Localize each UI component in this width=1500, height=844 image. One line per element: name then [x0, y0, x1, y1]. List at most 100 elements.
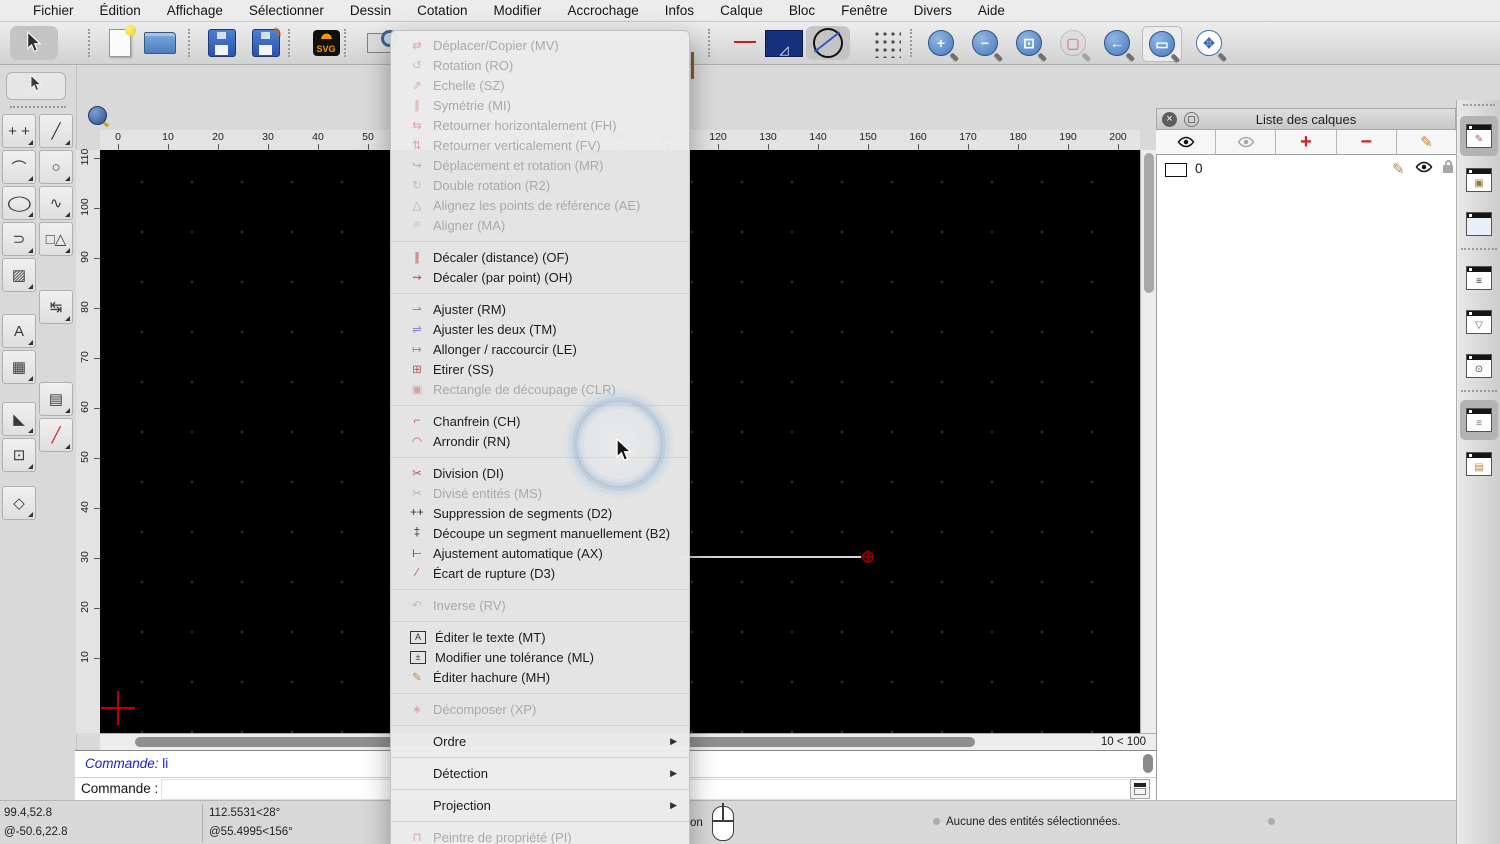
clipboard-panel-button[interactable]: ▤ [1460, 444, 1498, 484]
menubar-item-bloc[interactable]: Bloc [776, 0, 828, 21]
menu-item-decaler-par-point-oh[interactable]: ⇝ Décaler (par point) (OH) [391, 267, 689, 287]
menubar-item-affichage[interactable]: Affichage [154, 0, 236, 21]
menu-item-ajuster-les-deux-tm[interactable]: ⇌ Ajuster les deux (TM) [391, 319, 689, 339]
align-reference-icon: △ [412, 200, 422, 212]
solid-tools-button[interactable]: ◇ [2, 486, 36, 520]
distance-tool-button[interactable]: ◿ [762, 26, 806, 60]
menu-item-ajustement-automatique-ax[interactable]: ⊢ Ajustement automatique (AX) [391, 543, 689, 563]
canvas-vertical-scrollbar[interactable] [1140, 150, 1156, 733]
menu-item-suppression-de-segments-d2[interactable]: ++ Suppression de segments (D2) [391, 503, 689, 523]
menubar-item-modifier[interactable]: Modifier [480, 0, 554, 21]
edit-layer-icon[interactable]: ✎ [1392, 160, 1405, 178]
menubar-item-fenetre[interactable]: Fenêtre [828, 0, 901, 21]
layer-visibility-icon[interactable] [1415, 161, 1433, 173]
menubar-item-accrochage[interactable]: Accrochage [554, 0, 651, 21]
layer-row[interactable]: 0 ✎ [1157, 157, 1457, 181]
hide-all-layers-button[interactable] [1216, 130, 1277, 154]
menu-item-retourner-verticalement-fv: ⇅ Retourner verticalement (FV) [391, 135, 689, 155]
info-ruler-button[interactable]: ▤ [39, 382, 73, 416]
polygon-tools-button[interactable]: □△ [39, 222, 73, 256]
modify-tools-button[interactable]: ╱ [39, 418, 73, 452]
menu-item-decoupe-un-segment-manuellement-b2[interactable]: ‡ Découpe un segment manuellement (B2) [391, 523, 689, 543]
text-tools-button[interactable]: A [2, 314, 36, 348]
lock-icon[interactable] [1443, 160, 1453, 173]
menubar-item-edition[interactable]: Édition [87, 0, 154, 21]
add-layer-button[interactable]: + [1276, 130, 1337, 154]
spline-tools-button[interactable]: ∿ [39, 186, 73, 220]
menubar-item-divers[interactable]: Divers [901, 0, 965, 21]
layer-color-swatch[interactable] [1165, 163, 1187, 177]
remove-layer-button[interactable]: − [1336, 130, 1397, 154]
open-file-button[interactable] [140, 26, 180, 60]
menu-item-detection[interactable]: Détection ▶ [391, 763, 689, 783]
v-ruler-label: 80 [79, 301, 91, 313]
menu-separator [391, 241, 689, 242]
menu-item-label: Allonger / raccourcir (LE) [433, 341, 577, 357]
pencil-tool-button[interactable] [714, 26, 758, 60]
drag-handle[interactable] [1463, 104, 1495, 110]
menu-item-label: Décaler (distance) (OF) [433, 249, 569, 265]
auto-zoom-button[interactable]: ⊡ [1010, 26, 1048, 60]
property-editor-panel-button[interactable]: ✎ [1460, 116, 1498, 156]
command-line-panel-button[interactable]: ≡ [1460, 400, 1498, 440]
camera-view-panel-button[interactable]: ⊙ [1460, 346, 1498, 386]
menubar-item-selectionner[interactable]: Sélectionner [236, 0, 337, 21]
selection-filter-panel-button[interactable]: ▽ [1460, 302, 1498, 342]
arc-tools-button[interactable]: ⌒ [2, 150, 36, 184]
svg-export-button[interactable]: SVG [306, 26, 346, 60]
menubar-item-cotation[interactable]: Cotation [404, 0, 480, 21]
polygon-tools-icon: □△ [45, 231, 67, 248]
previous-view-button[interactable]: ← [1098, 26, 1136, 60]
misc-draw-tools-button[interactable]: ◣ [2, 402, 36, 436]
zoom-out-button[interactable]: − [966, 26, 1004, 60]
zoom-in-button[interactable]: + [922, 26, 960, 60]
panel-title-bar[interactable]: × Liste des calques [1156, 108, 1456, 130]
menubar-item-infos[interactable]: Infos [652, 0, 707, 21]
menubar-item-calque[interactable]: Calque [707, 0, 776, 21]
tool-matrix-back-button[interactable] [6, 72, 66, 100]
grid-toggle-button[interactable] [864, 26, 908, 60]
menu-item-editer-le-texte-mt[interactable]: A Éditer le texte (MT) [391, 627, 689, 647]
ellipse-tools-button[interactable]: ◯ [2, 186, 36, 220]
save-as-button[interactable]: ✎ [246, 24, 286, 60]
show-all-layers-button[interactable] [1156, 130, 1217, 154]
circle-tools-button[interactable]: ○ [39, 150, 73, 184]
point-tools-button[interactable]: + + [2, 114, 36, 148]
new-file-button[interactable] [100, 25, 140, 60]
view-list-panel-button[interactable]: ≡ [1460, 258, 1498, 298]
history-scrollbar[interactable] [1143, 754, 1153, 773]
select-arrow-button[interactable] [10, 26, 58, 60]
menubar-item-aide[interactable]: Aide [965, 0, 1018, 21]
menu-item-allonger-raccourcir-le[interactable]: ↦ Allonger / raccourcir (LE) [391, 339, 689, 359]
menubar-item-fichier[interactable]: Fichier [20, 0, 87, 21]
save-button[interactable] [202, 26, 242, 60]
menu-item-label: Arrondir (RN) [433, 433, 511, 449]
polyline-tools-button[interactable]: ⊃ [2, 222, 36, 256]
library-browser-panel-button[interactable] [1460, 204, 1498, 244]
image-tools-button[interactable]: ▦ [2, 350, 36, 384]
menu-item-ecart-de-rupture-d3[interactable]: ∕ Écart de rupture (D3) [391, 563, 689, 583]
menu-item-editer-hachure-mh[interactable]: ✎ Éditer hachure (MH) [391, 667, 689, 687]
menu-item-ajuster-rm[interactable]: ⇀ Ajuster (RM) [391, 299, 689, 319]
pan-button[interactable]: ✥ [1190, 26, 1228, 60]
menu-item-projection[interactable]: Projection ▶ [391, 795, 689, 815]
menu-item-ordre[interactable]: Ordre ▶ [391, 731, 689, 751]
detach-command-window-button[interactable] [1130, 779, 1150, 799]
line-tools-button[interactable]: ╱ [39, 114, 73, 148]
window-zoom-button[interactable]: ▭ [1142, 26, 1182, 62]
arc-tools-icon: ⌒ [11, 159, 27, 177]
drag-handle[interactable] [10, 106, 66, 112]
block-list-panel-button[interactable]: ▣ [1460, 160, 1498, 200]
menu-item-rectangle-de-decoupage-clr: ▣ Rectangle de découpage (CLR) [391, 379, 689, 399]
circle-line-tool-button[interactable] [806, 26, 850, 60]
shape-boolean-tools-button[interactable]: ⊡ [2, 438, 36, 472]
edit-layer-button[interactable]: ✎ [1396, 130, 1457, 154]
v-ruler-label: 100 [79, 198, 91, 216]
menu-item-decaler-distance-of[interactable]: ∥ Décaler (distance) (OF) [391, 247, 689, 267]
menu-item-modifier-une-tolerance-ml[interactable]: ± Modifier une tolérance (ML) [391, 647, 689, 667]
hatch-tools-button[interactable]: ▨ [2, 258, 36, 292]
drawn-line [678, 556, 868, 558]
menu-item-etirer-ss[interactable]: ⊞ Etirer (SS) [391, 359, 689, 379]
dimension-tools-button[interactable]: ↹ [39, 290, 73, 324]
menubar-item-dessin[interactable]: Dessin [337, 0, 404, 21]
